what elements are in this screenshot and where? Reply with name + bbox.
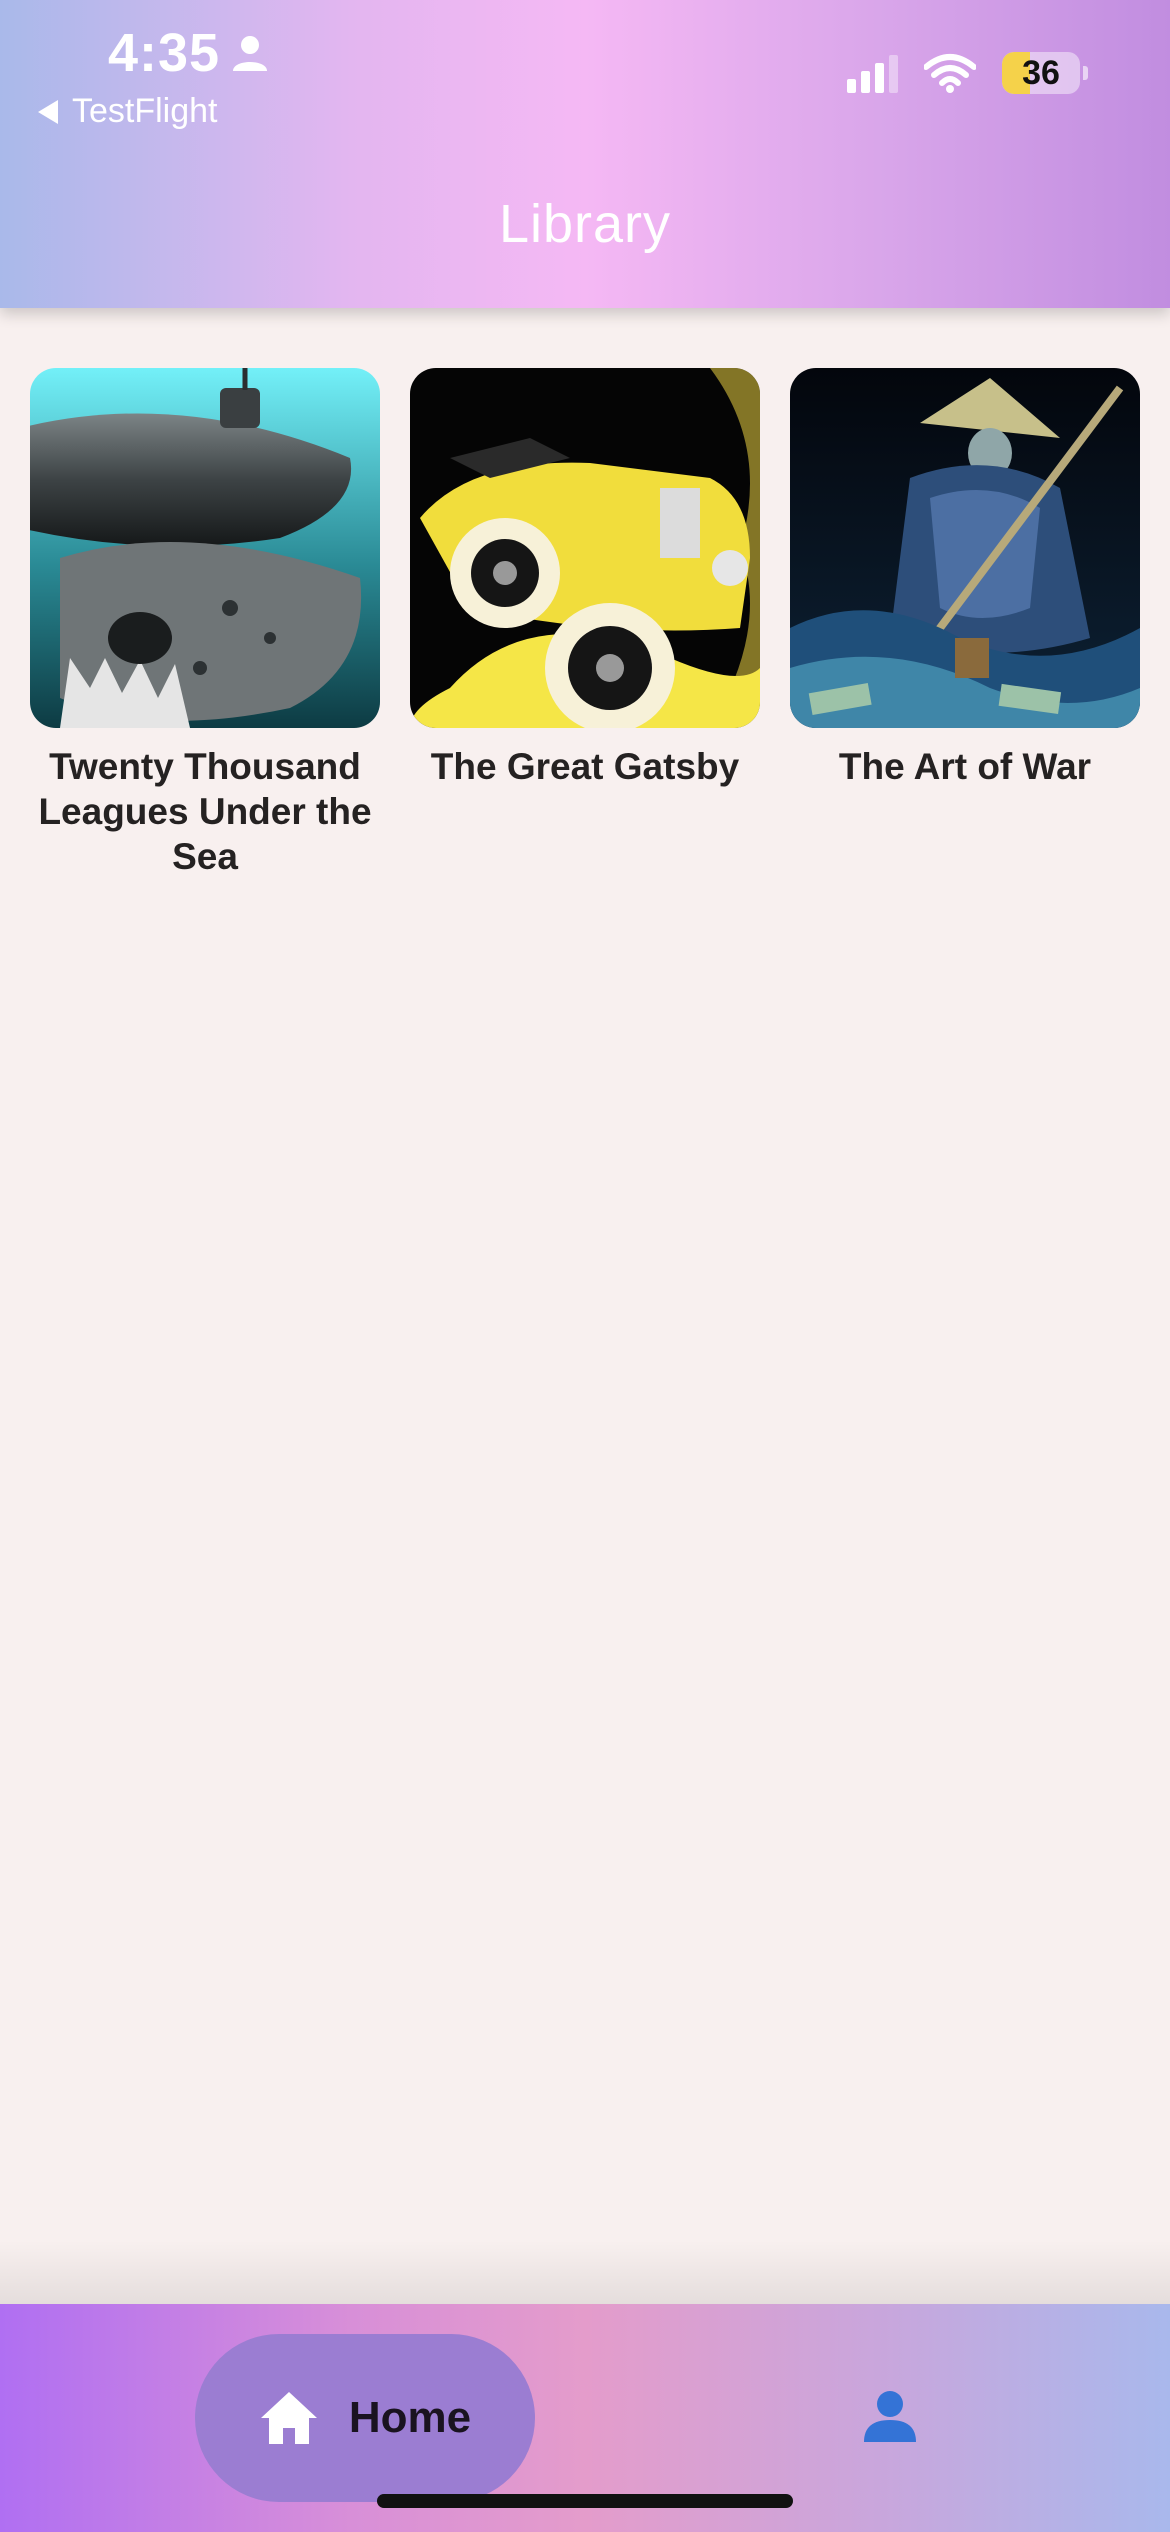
submarine-cover-art	[30, 368, 380, 728]
home-tab-label: Home	[348, 2393, 472, 2442]
profile-icon[interactable]	[862, 2388, 918, 2444]
samurai-cover-image[interactable]	[790, 368, 1140, 728]
home-indicator	[377, 2494, 793, 2508]
status-time: 4:35	[108, 22, 270, 84]
battery-level: 36	[1022, 53, 1060, 92]
book-card[interactable]: The Great Gatsby	[410, 368, 760, 879]
samurai-cover-art	[790, 368, 1140, 728]
back-app-label: TestFlight	[72, 92, 218, 130]
app-header: 4:35 TestFlight 36 Library	[0, 0, 1170, 308]
back-arrow-icon	[38, 99, 58, 124]
vintage-car-cover-art	[410, 368, 760, 728]
vintage-car-cover-image[interactable]	[410, 368, 760, 728]
submarine-cover-image[interactable]	[30, 368, 380, 728]
status-time-text: 4:35	[108, 23, 221, 83]
book-title[interactable]: The Art of War	[795, 744, 1135, 789]
bottom-nav-shadow	[0, 2240, 1170, 2304]
book-title[interactable]: Twenty Thousand Leagues Under the Sea	[35, 744, 375, 879]
back-to-app-link[interactable]: TestFlight	[38, 92, 218, 131]
battery-icon: 36	[1002, 52, 1088, 94]
wifi-icon	[924, 54, 976, 93]
home-tab[interactable]: Home	[195, 2334, 535, 2502]
book-card[interactable]: The Art of War	[790, 368, 1140, 879]
book-grid: Twenty Thousand Leagues Under the Sea Th…	[30, 368, 1140, 879]
status-icons: 36	[847, 52, 1088, 94]
book-title[interactable]: The Great Gatsby	[415, 744, 755, 789]
page-title: Library	[498, 194, 672, 254]
book-card[interactable]: Twenty Thousand Leagues Under the Sea	[30, 368, 380, 879]
home-icon	[260, 2392, 317, 2444]
signal-icon	[847, 53, 898, 93]
person-icon	[233, 36, 268, 71]
